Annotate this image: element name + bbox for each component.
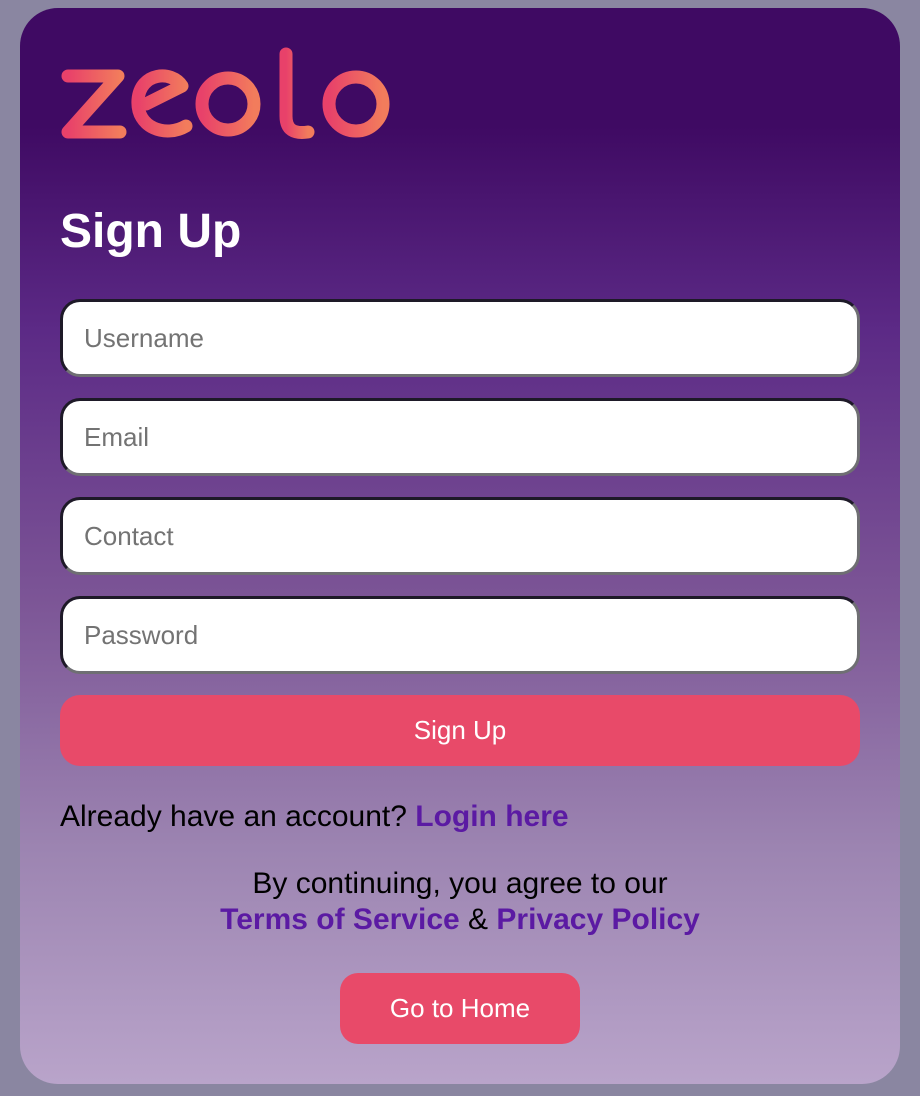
login-prompt-text: Already have an account? — [60, 800, 407, 833]
terms-notice: By continuing, you agree to our Terms of… — [20, 866, 900, 938]
terms-links-line: Terms of Service & Privacy Policy — [20, 902, 900, 938]
signup-card: Sign Up Sign Up Already have an account?… — [20, 8, 900, 1084]
zepto-logo — [61, 47, 390, 162]
email-input[interactable] — [60, 398, 860, 476]
contact-input[interactable] — [60, 497, 860, 575]
sign-up-button[interactable]: Sign Up — [60, 695, 860, 766]
privacy-policy-link[interactable]: Privacy Policy — [496, 903, 699, 936]
page-title: Sign Up — [60, 205, 242, 258]
terms-intro-text: By continuing, you agree to our — [252, 867, 668, 900]
terms-of-service-link[interactable]: Terms of Service — [220, 903, 460, 936]
password-input[interactable] — [60, 596, 860, 674]
login-prompt: Already have an account? Login here — [60, 797, 569, 837]
terms-separator: & — [468, 903, 489, 936]
login-link[interactable]: Login here — [415, 800, 568, 833]
go-to-home-button[interactable]: Go to Home — [340, 973, 580, 1044]
username-input[interactable] — [60, 299, 860, 377]
